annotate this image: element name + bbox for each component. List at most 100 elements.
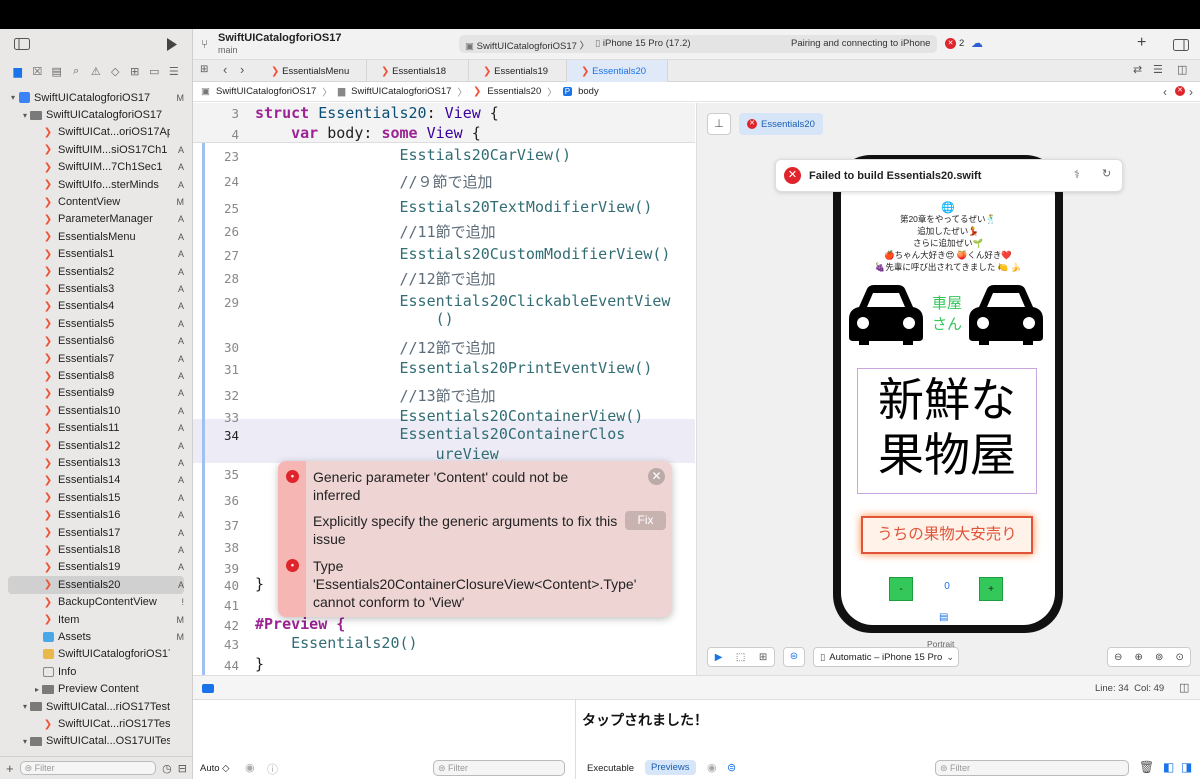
prev-issue-icon[interactable]: ‹ (1163, 85, 1167, 99)
file-tree-item[interactable]: ❯ SwiftUICat...oriOS17App (8, 124, 184, 141)
file-tree-item[interactable]: SwiftUICatalogforiOS17 (8, 646, 184, 663)
left-panel-icon[interactable]: ◧ (1163, 760, 1174, 774)
debug-area-toggle-icon[interactable] (202, 684, 214, 693)
filter-options-icon[interactable]: ⊟ (178, 762, 187, 775)
file-tree-item[interactable]: ❯ Essentials5 A (8, 315, 184, 332)
scheme-selector[interactable]: ▣ SwiftUICatalogforiOS17 〉 (465, 38, 589, 52)
right-panel-icon[interactable]: ◨ (1181, 760, 1192, 774)
zoom-in-icon[interactable]: ⊕ (1135, 652, 1143, 663)
issue-icon[interactable]: ⚠ (86, 65, 106, 78)
file-tree-item[interactable]: ❯ Essentials12 A (8, 437, 184, 454)
file-tree-item[interactable]: ▸ Preview Content (8, 681, 184, 698)
zoom-out-icon[interactable]: ⊖ (1114, 652, 1122, 663)
run-icon[interactable] (166, 38, 178, 51)
diagnostics-icon[interactable]: ⚕ (1074, 168, 1080, 181)
eye-icon[interactable]: ◉ (707, 761, 717, 774)
file-tree-item[interactable]: ▾ SwiftUICatalogforiOS17 (8, 106, 184, 123)
file-tree-item[interactable]: ❯ Essentials13 A (8, 454, 184, 471)
file-tree-item[interactable]: ❯ Essentials4 A (8, 298, 184, 315)
file-tree-item[interactable]: Assets M (8, 628, 184, 645)
panel-toggle-icon[interactable]: ◫ (1179, 681, 1189, 694)
file-tree-item[interactable]: ❯ Essentials19 A (8, 559, 184, 576)
file-tree-item[interactable]: ❯ BackupContentView! (8, 594, 184, 611)
back-icon[interactable]: ‹ (223, 62, 227, 77)
file-tree-item[interactable]: ❯ Essentials18 A (8, 541, 184, 558)
variants-icon[interactable]: ⊞ (759, 652, 767, 663)
file-tree-item[interactable]: ❯ Essentials3 A (8, 280, 184, 297)
issue-icon[interactable]: ✕ (1175, 86, 1185, 96)
file-tree-item[interactable]: ❯ Essentials16 A (8, 507, 184, 524)
zoom-fit-icon[interactable]: ⊙ (1176, 652, 1184, 663)
file-tree-item[interactable]: Info (8, 663, 184, 680)
file-tree-item[interactable]: ❯ Item M (8, 611, 184, 628)
preview-screen[interactable]: 🌐 第20章をやってるぜい🕺 追加したぜい💃 さらに追加ぜい🌱 🍎ちゃん大好き😍 🍑く… (841, 163, 1055, 625)
file-tree-item[interactable]: ❯ ParameterManager A (8, 211, 184, 228)
file-tree-item[interactable]: ❯ Essentials8 A (8, 367, 184, 384)
variables-scope-selector[interactable]: Auto ◇ (200, 763, 230, 774)
tab-essentials20[interactable]: ❯ Essentials20 (567, 60, 668, 82)
zoom-actual-icon[interactable]: ⊚ (1155, 652, 1163, 663)
device-settings-icon[interactable]: ⊜ (727, 761, 736, 774)
tab-essentials18[interactable]: ❯ Essentials18 (367, 60, 469, 82)
live-mode-icon[interactable]: ▶ (715, 652, 723, 663)
grid-icon[interactable]: ⊞ (200, 64, 208, 75)
console-executable-tab[interactable]: Executable (587, 763, 634, 774)
file-tree-item[interactable]: ❯ Essentials20 A (8, 576, 184, 594)
cloud-icon[interactable]: ☁ (971, 36, 983, 50)
sale-button[interactable]: うちの果物大安売り (861, 516, 1033, 554)
file-tree-item[interactable]: ❯ Essentials2 A (8, 263, 184, 280)
folder-icon[interactable]: ▆ (8, 65, 28, 78)
add-icon[interactable]: + (6, 761, 14, 776)
find-icon[interactable]: ⌕ (67, 65, 87, 78)
file-tree-item[interactable]: ❯ Essentials11 A (8, 420, 184, 437)
file-tree-item[interactable]: ❯ SwiftUIM...siOS17Ch1 A (8, 141, 184, 158)
breakpoint-icon[interactable]: ▭ (145, 65, 165, 78)
file-tree-item[interactable]: ❯ Essentials14 A (8, 472, 184, 489)
breadcrumb-file[interactable]: Essentials20 (487, 86, 541, 97)
tab-essentials19[interactable]: ❯ Essentials19 (469, 60, 567, 82)
file-tree-item[interactable]: ▾ SwiftUICatal...OS17UITests (8, 733, 184, 750)
file-tree-item[interactable]: ▾ SwiftUICatalogforiOS17 M (8, 89, 184, 106)
disclosure-icon[interactable]: ▾ (20, 702, 30, 711)
error-indicator[interactable]: ✕ 2 (945, 38, 964, 49)
file-tree-item[interactable]: ❯ SwiftUICat...riOS17Tests (8, 715, 184, 732)
navigator-filter[interactable]: ⊜ Filter (19, 761, 157, 775)
variables-filter[interactable]: ⊜ Filter (433, 760, 565, 776)
recent-icon[interactable]: ◷ (162, 762, 172, 775)
file-tree-item[interactable]: ❯ Essentials7 A (8, 350, 184, 367)
file-tree-item[interactable]: ❯ Essentials15 A (8, 489, 184, 506)
split-icon[interactable]: ◫ (1177, 63, 1187, 76)
file-tree-item[interactable]: ❯ Essentials6 A (8, 333, 184, 350)
trash-icon[interactable]: 🗑 (1139, 760, 1154, 774)
refresh-icon[interactable]: ⇄ (1133, 63, 1142, 76)
file-tree-item[interactable]: ❯ SwiftUIfo...sterMinds A (8, 176, 184, 193)
console-previews-tab[interactable]: Previews (645, 760, 696, 775)
disclosure-icon[interactable]: ▾ (20, 737, 30, 746)
device-picker[interactable]: ▯ Automatic – iPhone 15 Pro ⌄ (813, 647, 959, 667)
close-icon[interactable]: ✕ (648, 468, 665, 485)
forward-icon[interactable]: › (240, 62, 244, 77)
device-selector[interactable]: ▯ iPhone 15 Pro (17.2) (595, 38, 691, 49)
disclosure-icon[interactable]: ▾ (8, 93, 18, 102)
inspector-toggle-icon[interactable] (1173, 39, 1189, 51)
file-tree-item[interactable]: ❯ SwiftUIM...7Ch1Sec1 A (8, 159, 184, 176)
file-tree-item[interactable]: ❯ Essentials17 A (8, 524, 184, 541)
plus-button[interactable]: + (979, 577, 1003, 601)
fix-button[interactable]: Fix (625, 511, 666, 530)
debug-icon[interactable]: ⊞ (125, 65, 145, 78)
tab-essentialsmenu[interactable]: ❯ EssentialsMenu (257, 60, 367, 82)
console-filter[interactable]: ⊜ Filter (935, 760, 1129, 776)
file-tree-item[interactable]: ❯ Essentials10 A (8, 402, 184, 419)
disclosure-icon[interactable]: ▸ (32, 685, 42, 694)
pin-icon[interactable]: ⊥ (707, 113, 731, 135)
pinned-preview-tab[interactable]: ✕ Essentials20 (739, 113, 823, 135)
breadcrumb-folder[interactable]: SwiftUICatalogforiOS17 (351, 86, 451, 97)
test-icon[interactable]: ◇ (106, 65, 126, 78)
disclosure-icon[interactable]: ▾ (20, 111, 30, 120)
eye-icon[interactable]: ◉ (245, 761, 255, 774)
minus-button[interactable]: - (889, 577, 913, 601)
file-tree-item[interactable]: ❯ EssentialsMenu A (8, 228, 184, 245)
refresh-icon[interactable]: ↻ (1102, 167, 1111, 180)
breadcrumb-symbol[interactable]: body (578, 86, 599, 97)
sidebar-toggle-icon[interactable] (14, 38, 30, 50)
